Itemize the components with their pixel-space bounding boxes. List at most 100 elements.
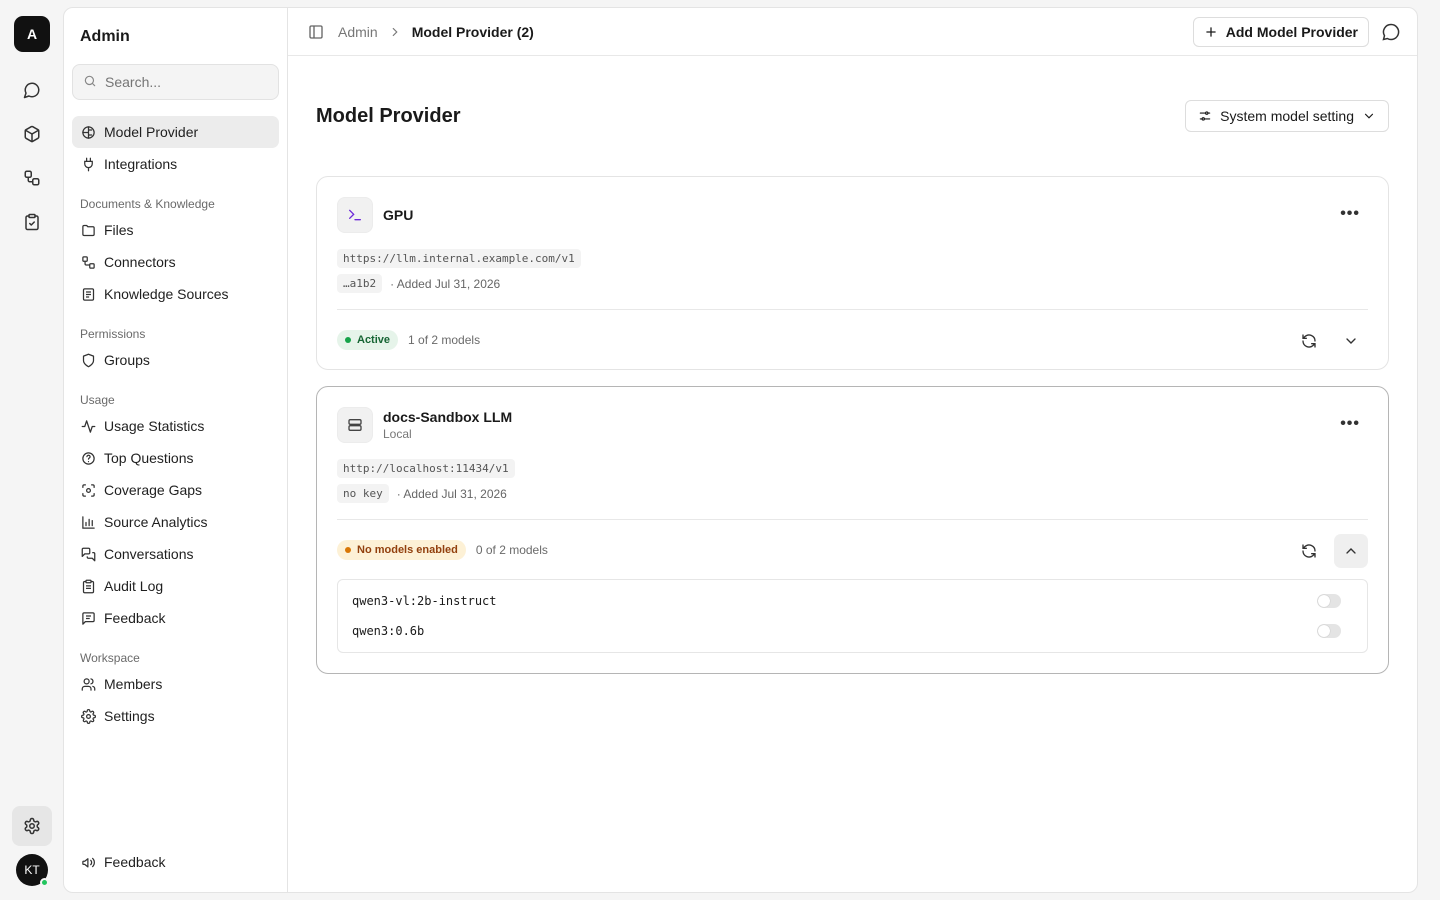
page-title: Model Provider [316,104,461,127]
model-name: qwen3:0.6b [352,624,425,638]
workflow-icon[interactable] [14,160,50,196]
avatar-initials: KT [24,863,40,877]
sidebar-item-groups[interactable]: Groups [72,344,279,376]
refresh-icon[interactable] [1292,534,1326,568]
section-label-usage: Usage [80,393,115,407]
sidebar-item-label: Usage Statistics [104,418,205,434]
api-key-chip: no key [337,484,389,503]
sidebar-item-label: Top Questions [104,450,194,466]
sidebar-item-label: Audit Log [104,578,164,594]
sidebar-item-label: Conversations [104,546,194,562]
breadcrumb-admin[interactable]: Admin [338,24,378,40]
status-badge: No models enabled [337,539,466,560]
provider-card-gpu[interactable]: GPU ••• https://llm.internal.example.com… [316,176,1389,370]
section-label-permissions: Permissions [80,327,146,341]
sidebar-item-conversations[interactable]: Conversations [72,538,279,570]
added-date: · Added Jul 31, 2026 [390,276,501,291]
sidebar-item-usage-statistics[interactable]: Usage Statistics [72,410,279,442]
sidebar-item-model-provider[interactable]: Model Provider [72,116,279,148]
sidebar-item-label: Model Provider [104,124,199,140]
sidebar-item-label: Knowledge Sources [104,286,229,302]
terminal-icon [337,197,373,233]
sidebar-item-files[interactable]: Files [72,214,279,246]
model-enable-toggle[interactable] [1317,624,1341,638]
model-count: 1 of 2 models [408,332,481,347]
sidebar-item-integrations[interactable]: Integrations [72,148,279,180]
more-options-icon[interactable]: ••• [1340,415,1360,433]
breadcrumb: Admin Model Provider (2) [308,24,534,40]
sidebar-item-knowledge-sources[interactable]: Knowledge Sources [72,278,279,310]
chat-icon[interactable] [14,72,50,108]
activity-icon [80,418,96,434]
search-icon [83,74,97,91]
provider-card-docs-sandbox-llm[interactable]: docs-Sandbox LLM Local ••• http://localh… [316,386,1389,674]
main-content: Admin Model Provider (2) Add Model Provi… [288,8,1417,892]
bar-chart-icon [80,514,96,530]
status-text: No models enabled [357,543,458,556]
provider-url: https://llm.internal.example.com/v1 [337,249,581,268]
sidebar-item-source-analytics[interactable]: Source Analytics [72,506,279,538]
model-name: qwen3-vl:2b-instruct [352,594,497,608]
online-status-dot [40,878,49,887]
folder-icon [80,222,96,238]
sidebar-item-feedback[interactable]: Feedback [72,602,279,634]
users-icon [80,676,96,692]
system-model-setting-label: System model setting [1220,108,1354,124]
sidebar-title: Admin [80,28,130,45]
topbar: Admin Model Provider (2) Add Model Provi… [288,8,1417,56]
sidebar-item-label: Members [104,676,163,692]
model-row: qwen3-vl:2b-instruct [352,586,1353,616]
sidebar-item-audit-log[interactable]: Audit Log [72,570,279,602]
status-dot [345,546,351,553]
app-shell: Admin Model Provider Integrations D [63,7,1418,893]
sidebar-item-label: Settings [104,708,155,724]
sidebar-item-label: Feedback [104,854,166,870]
provider-subtitle: Local [383,427,412,441]
sidebar-item-top-questions[interactable]: Top Questions [72,442,279,474]
sidebar-item-coverage-gaps[interactable]: Coverage Gaps [72,474,279,506]
plus-icon [1204,25,1218,39]
model-count: 0 of 2 models [475,542,548,557]
sidebar-toggle-icon[interactable] [308,24,324,40]
search-input[interactable] [105,74,268,90]
status-dot [345,336,351,343]
provider-name: GPU [383,207,414,223]
clipboard-check-icon[interactable] [14,204,50,240]
model-row: qwen3:0.6b [352,616,1353,646]
toggle-knob [1318,625,1330,637]
sidebar-item-settings[interactable]: Settings [72,700,279,732]
brain-icon [80,124,96,140]
provider-name: docs-Sandbox LLM [383,409,513,425]
gear-icon [80,708,96,724]
clipboard-icon [80,578,96,594]
sidebar-search[interactable] [72,64,279,100]
sidebar-item-connectors[interactable]: Connectors [72,246,279,278]
refresh-icon[interactable] [1292,324,1326,358]
user-avatar[interactable]: KT [16,854,49,887]
connector-icon [80,254,96,270]
megaphone-icon [80,854,96,870]
added-date: · Added Jul 31, 2026 [396,486,507,501]
cube-icon[interactable] [14,116,50,152]
message-square-icon [80,610,96,626]
sidebar-footer-feedback[interactable]: Feedback [72,846,279,878]
system-model-setting-button[interactable]: System model setting [1185,100,1389,132]
add-model-provider-label: Add Model Provider [1225,24,1358,40]
shield-icon [80,352,96,368]
chat-bubble-icon[interactable] [1381,22,1401,42]
model-enable-toggle[interactable] [1317,594,1341,608]
api-key-chip: …a1b2 [337,274,383,293]
expand-chevron-down-icon[interactable] [1334,324,1368,358]
settings-gear-icon[interactable] [12,806,52,846]
sidebar-item-label: Source Analytics [104,514,208,530]
sidebar-item-label: Feedback [104,610,166,626]
add-model-provider-button[interactable]: Add Model Provider [1192,17,1369,47]
collapse-chevron-up-icon[interactable] [1334,534,1368,568]
toggle-knob [1318,595,1330,607]
sidebar-item-label: Coverage Gaps [104,482,203,498]
more-options-icon[interactable]: ••• [1340,205,1360,223]
breadcrumb-current: Model Provider (2) [411,23,534,40]
sidebar-item-members[interactable]: Members [72,668,279,700]
workspace-logo[interactable]: A [14,16,50,52]
scan-icon [80,482,96,498]
